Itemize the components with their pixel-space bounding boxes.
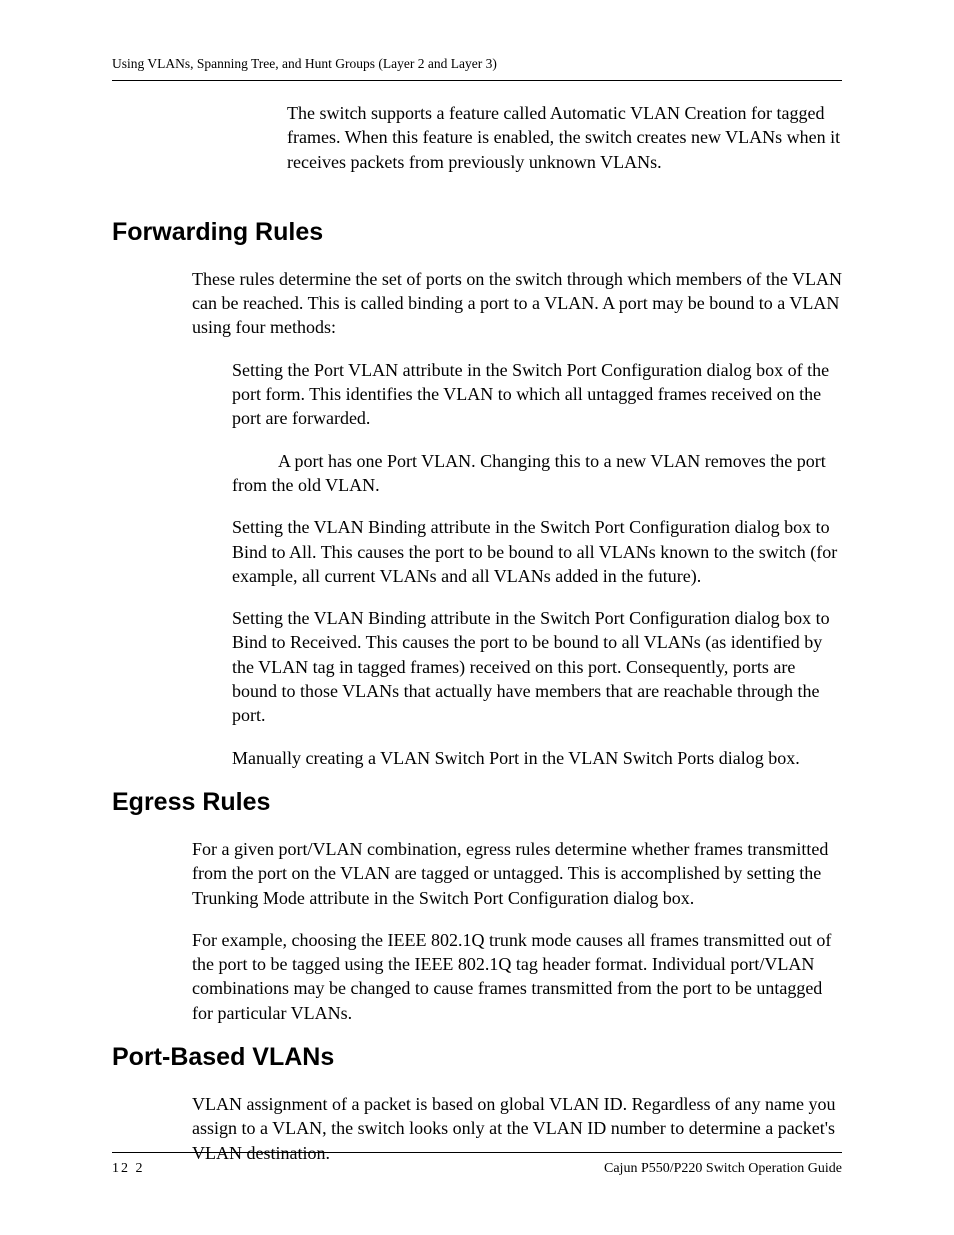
running-header: Using VLANs, Spanning Tree, and Hunt Gro… — [112, 56, 842, 72]
guide-title: Cajun P550/P220 Switch Operation Guide — [604, 1161, 842, 1177]
forwarding-methods: Setting the Port VLAN attribute in the S… — [232, 358, 842, 770]
forwarding-method-1-note: A port has one Port VLAN. Changing this … — [232, 449, 842, 498]
page-footer: 12 2 Cajun P550/P220 Switch Operation Gu… — [112, 1152, 842, 1177]
page-number: 12 2 — [112, 1161, 145, 1177]
forwarding-lead: These rules determine the set of ports o… — [192, 267, 842, 340]
footer-rule — [112, 1152, 842, 1153]
heading-port-based-vlans: Port-Based VLANs — [112, 1043, 842, 1072]
egress-p2: For example, choosing the IEEE 802.1Q tr… — [192, 928, 842, 1025]
forwarding-method-4: Manually creating a VLAN Switch Port in … — [232, 746, 842, 770]
forwarding-method-1: Setting the Port VLAN attribute in the S… — [232, 358, 842, 431]
intro-paragraph: The switch supports a feature called Aut… — [287, 101, 842, 174]
forwarding-method-2: Setting the VLAN Binding attribute in th… — [232, 515, 842, 588]
header-rule — [112, 80, 842, 81]
egress-p1: For a given port/VLAN combination, egres… — [192, 837, 842, 910]
heading-egress-rules: Egress Rules — [112, 788, 842, 817]
page-content: Using VLANs, Spanning Tree, and Hunt Gro… — [0, 0, 954, 1165]
heading-forwarding-rules: Forwarding Rules — [112, 218, 842, 247]
forwarding-method-3: Setting the VLAN Binding attribute in th… — [232, 606, 842, 727]
